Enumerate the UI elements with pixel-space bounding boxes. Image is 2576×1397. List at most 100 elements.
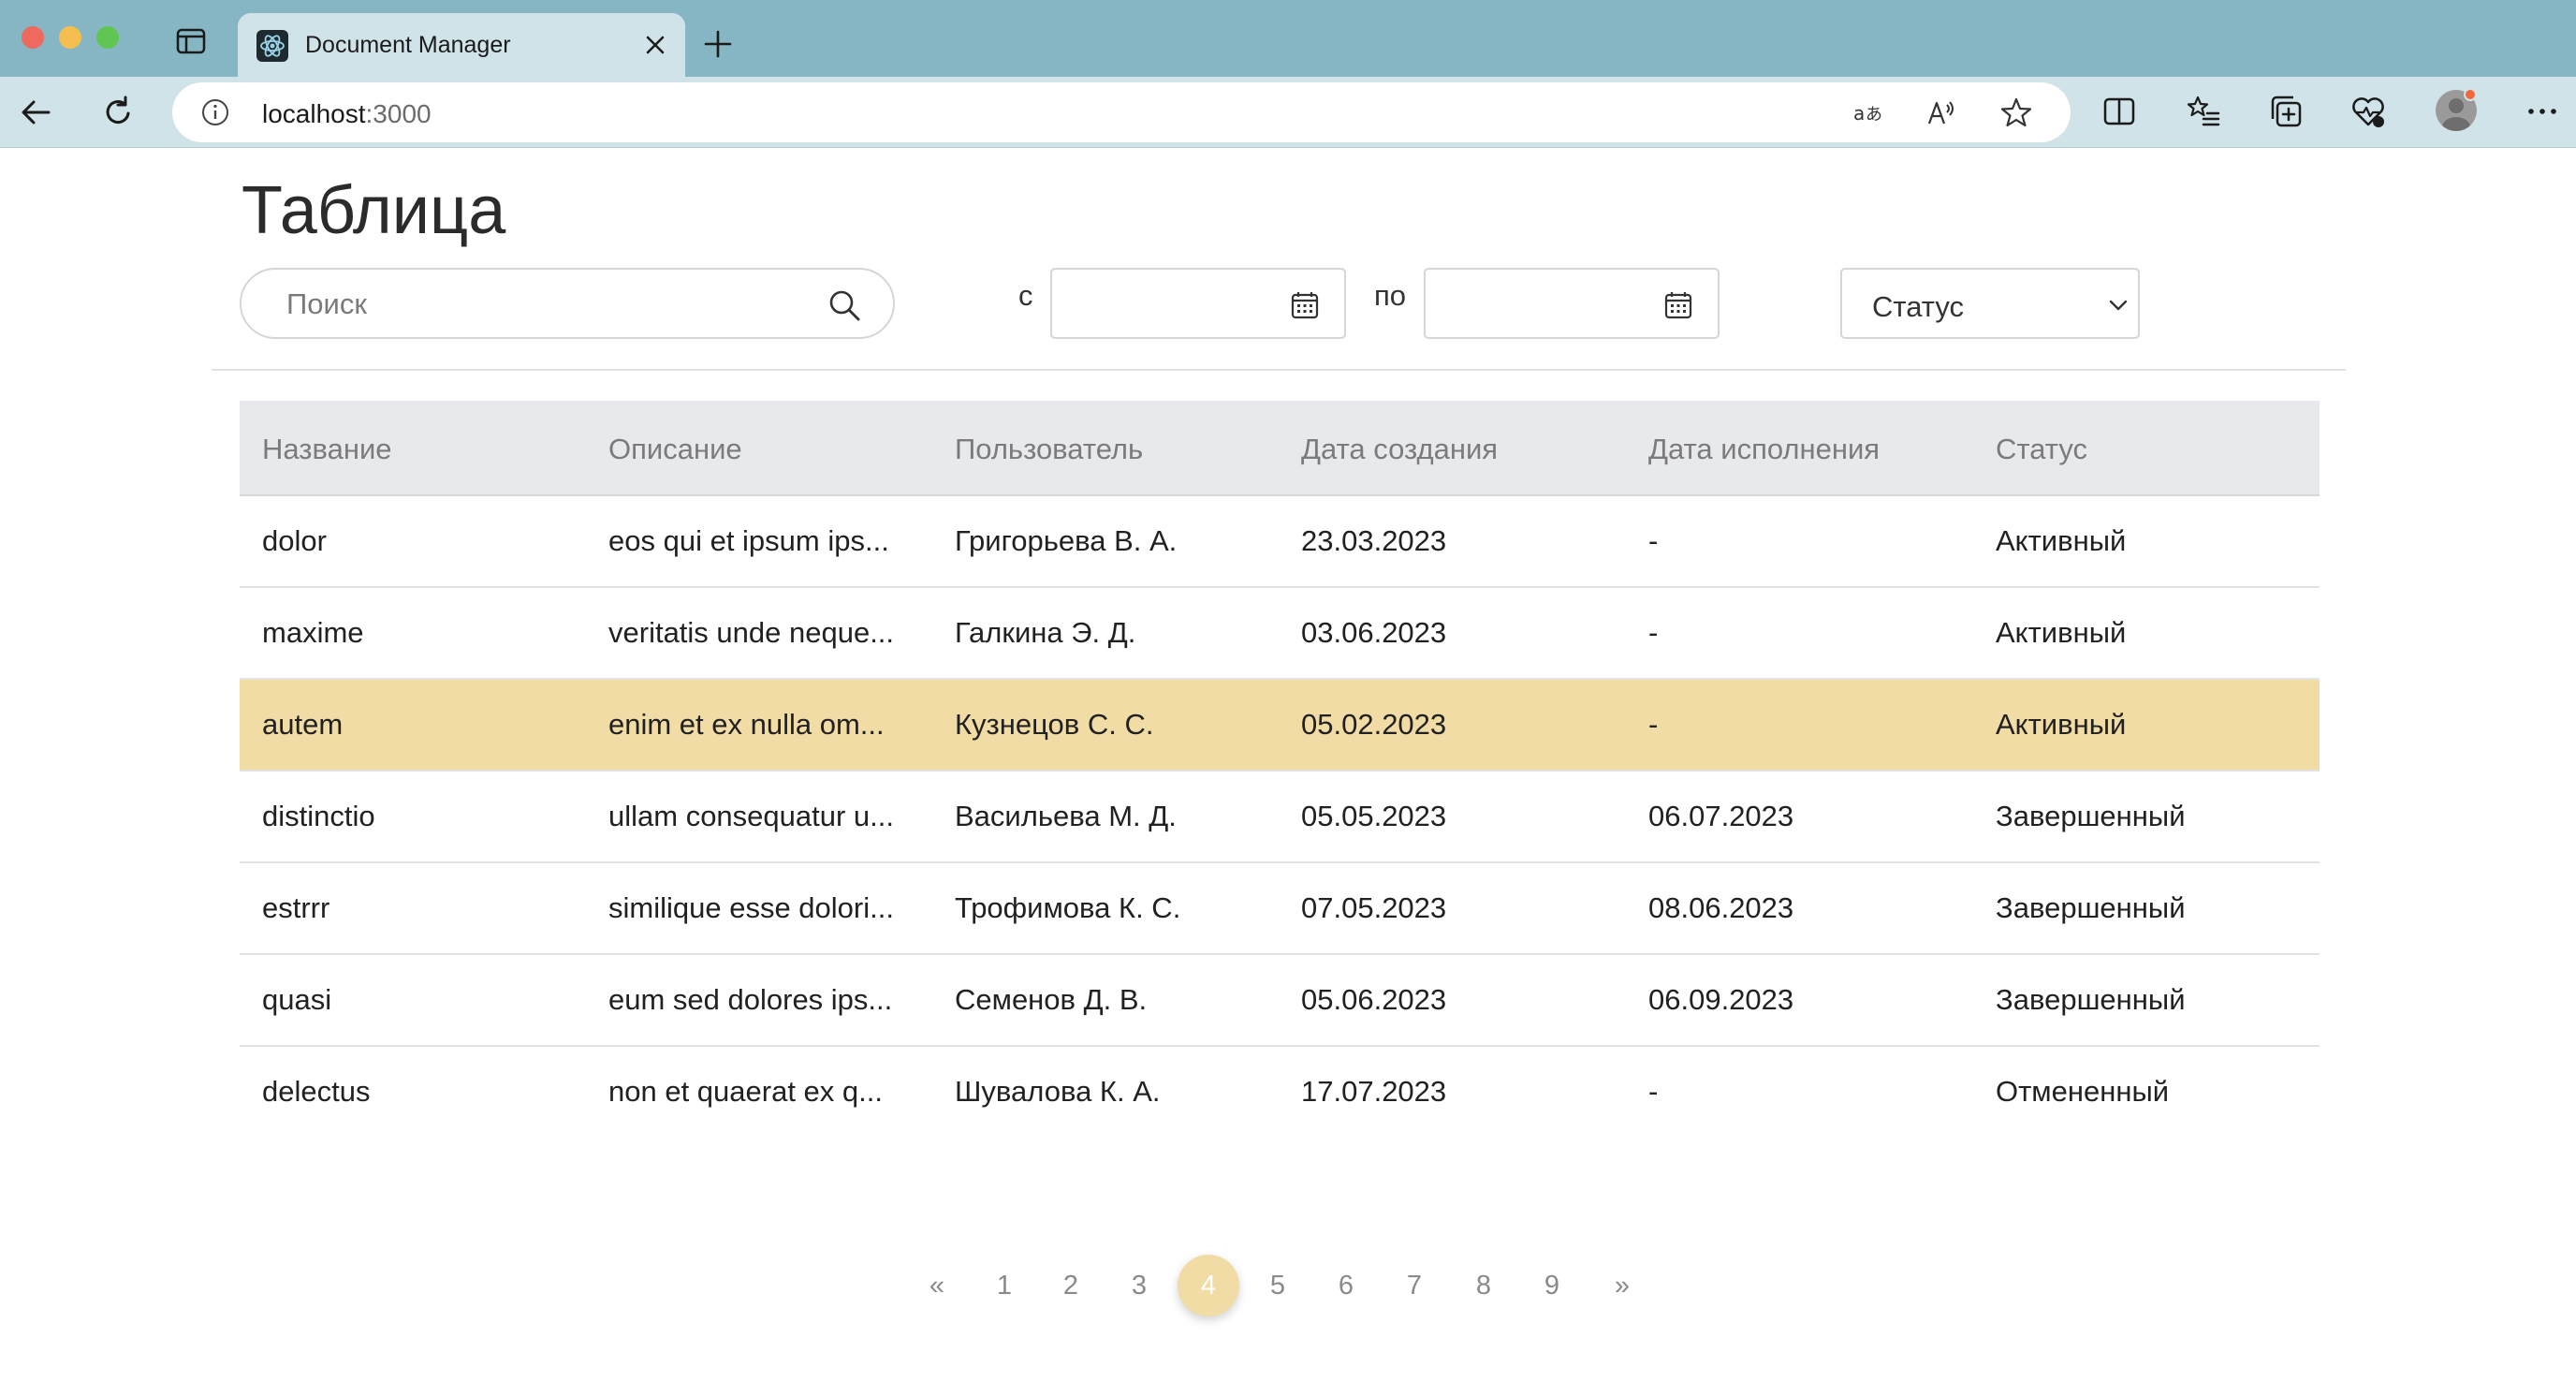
window-zoom-button[interactable]: [96, 26, 119, 49]
cell-user: Васильева М. Д.: [955, 800, 1177, 832]
cell-status: Отмененный: [1996, 1075, 2170, 1108]
pagination-page[interactable]: 9: [1521, 1255, 1583, 1316]
cell-name: quasi: [262, 983, 332, 1016]
date-to-label: по: [1374, 279, 1407, 312]
pagination-page[interactable]: 1: [973, 1255, 1035, 1316]
calendar-icon[interactable]: [1663, 290, 1693, 320]
cell-due: 08.06.2023: [1648, 891, 1794, 924]
cell-user: Кузнецов С. С.: [955, 708, 1154, 741]
cell-due: -: [1648, 616, 1659, 649]
cell-created: 17.07.2023: [1301, 1075, 1447, 1108]
cell-status: Завершенный: [1996, 891, 2186, 924]
table-row-selected[interactable]: autem enim et ex nulla om... Кузнецов С.…: [240, 680, 2320, 772]
close-icon[interactable]: [642, 32, 668, 58]
cell-due: -: [1648, 524, 1659, 557]
divider: [212, 369, 2346, 371]
address-bar[interactable]: localhost:3000 aあ: [172, 82, 2071, 142]
column-header-user[interactable]: Пользователь: [955, 433, 1143, 466]
cell-name: maxime: [262, 616, 364, 649]
page-title: Таблица: [242, 173, 506, 248]
pagination-page[interactable]: 2: [1040, 1255, 1102, 1316]
cell-due: 06.07.2023: [1648, 800, 1794, 832]
pagination-page[interactable]: 8: [1453, 1255, 1515, 1316]
cell-description: eos qui et ipsum ips...: [608, 524, 889, 557]
cell-created: 23.03.2023: [1301, 524, 1447, 557]
cell-due: -: [1648, 708, 1659, 741]
cell-description: ullam consequatur u...: [608, 800, 895, 832]
plus-icon[interactable]: [702, 28, 734, 60]
browser-tab[interactable]: Document Manager: [238, 13, 685, 77]
url-host: localhost: [262, 99, 366, 128]
window-minimize-button[interactable]: [59, 26, 81, 49]
notification-dot: [2464, 88, 2477, 101]
cell-user: Семенов Д. В.: [955, 983, 1148, 1016]
date-to-input[interactable]: [1439, 285, 1654, 324]
read-aloud-icon[interactable]: [1925, 96, 1958, 129]
column-header-created[interactable]: Дата создания: [1301, 433, 1498, 466]
date-from-input[interactable]: [1065, 285, 1281, 324]
cell-created: 05.06.2023: [1301, 983, 1447, 1016]
cell-status: Активный: [1996, 616, 2127, 649]
health-heart-icon[interactable]: [2349, 93, 2387, 130]
pagination-page[interactable]: 3: [1108, 1255, 1170, 1316]
date-from-field[interactable]: [1050, 268, 1346, 339]
search-icon[interactable]: [827, 288, 861, 322]
table-row[interactable]: distinctio ullam consequatur u... Василь…: [240, 772, 2320, 863]
date-to-field[interactable]: [1424, 268, 1720, 339]
column-header-due[interactable]: Дата исполнения: [1648, 433, 1880, 466]
react-favicon-icon: [256, 30, 288, 62]
table-row[interactable]: maxime veritatis unde neque... Галкина Э…: [240, 588, 2320, 680]
url-port: :3000: [365, 99, 432, 128]
pagination: « 1 2 3 4 5 6 7 8 9 »: [0, 1255, 2576, 1326]
pagination-prev[interactable]: «: [906, 1255, 968, 1316]
cell-description: enim et ex nulla om...: [608, 708, 885, 741]
pagination-page-current[interactable]: 4: [1178, 1255, 1239, 1316]
cell-user: Григорьева В. А.: [955, 524, 1178, 557]
translate-icon[interactable]: aあ: [1852, 96, 1885, 129]
cell-description: non et quaerat ex q...: [608, 1075, 883, 1108]
favorite-star-icon[interactable]: [1999, 96, 2033, 129]
cell-name: dolor: [262, 524, 327, 557]
column-header-status[interactable]: Статус: [1996, 433, 2087, 466]
reload-icon[interactable]: [99, 94, 137, 131]
cell-due: 06.09.2023: [1648, 983, 1794, 1016]
table-row[interactable]: estrrr similique esse dolori... Трофимов…: [240, 863, 2320, 955]
cell-description: veritatis unde neque...: [608, 616, 895, 649]
window-close-button[interactable]: [22, 26, 44, 49]
cell-name: autem: [262, 708, 344, 741]
calendar-icon[interactable]: [1290, 290, 1320, 320]
search-input[interactable]: [286, 285, 811, 324]
documents-table: Название Описание Пользователь Дата созд…: [240, 401, 2320, 1139]
pagination-page[interactable]: 5: [1247, 1255, 1309, 1316]
pagination-page[interactable]: 7: [1383, 1255, 1445, 1316]
more-menu-icon[interactable]: [2524, 93, 2561, 130]
favorites-list-icon[interactable]: [2185, 93, 2222, 130]
collections-icon[interactable]: [2267, 93, 2305, 130]
back-arrow-icon[interactable]: [17, 94, 54, 131]
sidebar-toggle-icon[interactable]: [176, 28, 206, 54]
tab-title: Document Manager: [305, 32, 511, 58]
cell-user: Трофимова К. С.: [955, 891, 1181, 924]
table-row[interactable]: quasi eum sed dolores ips... Семенов Д. …: [240, 955, 2320, 1047]
svg-text:あ: あ: [1866, 105, 1882, 125]
table-row[interactable]: dolor eos qui et ipsum ips... Григорьева…: [240, 496, 2320, 588]
info-icon[interactable]: [200, 97, 230, 127]
cell-created: 03.06.2023: [1301, 616, 1447, 649]
cell-status: Активный: [1996, 708, 2127, 741]
table-header: Название Описание Пользователь Дата созд…: [240, 401, 2320, 496]
column-header-description[interactable]: Описание: [608, 433, 742, 466]
cell-status: Завершенный: [1996, 800, 2186, 832]
cell-description: eum sed dolores ips...: [608, 983, 893, 1016]
status-select[interactable]: Статус: [1840, 268, 2140, 339]
browser-tab-strip: Document Manager: [0, 0, 2576, 77]
cell-created: 07.05.2023: [1301, 891, 1447, 924]
cell-due: -: [1648, 1075, 1659, 1108]
pagination-next[interactable]: »: [1591, 1255, 1653, 1316]
cell-user: Шувалова К. А.: [955, 1075, 1161, 1108]
url-text: localhost:3000: [262, 99, 432, 129]
column-header-name[interactable]: Название: [262, 433, 392, 466]
table-row[interactable]: delectus non et quaerat ex q... Шувалова…: [240, 1047, 2320, 1139]
split-screen-icon[interactable]: [2100, 93, 2138, 130]
pagination-page[interactable]: 6: [1315, 1255, 1377, 1316]
cell-name: delectus: [262, 1075, 371, 1108]
